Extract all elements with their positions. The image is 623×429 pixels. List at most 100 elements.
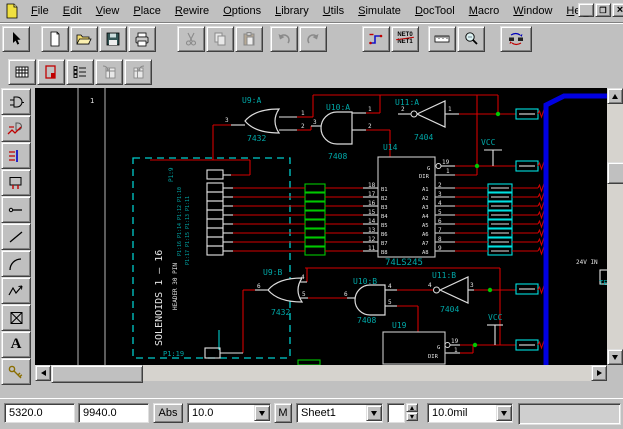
minimize-button[interactable]: _ — [578, 3, 594, 18]
sheet-view-button[interactable] — [37, 58, 65, 85]
header-label: HEADER 30 PIN — [172, 263, 179, 310]
scroll-down-button[interactable] — [607, 349, 623, 365]
zoom-tool-button[interactable] — [457, 25, 485, 52]
place-text-button[interactable]: A — [1, 331, 31, 358]
junction-dot — [487, 287, 493, 293]
draw-polyline-button[interactable] — [1, 277, 31, 304]
scroll-right-button[interactable] — [591, 365, 607, 381]
pin-number: 7 — [438, 227, 442, 234]
pin-number: 5 — [438, 209, 442, 216]
net-labels-button[interactable]: NET0 NET1 — [391, 25, 419, 52]
measure-tool-button[interactable] — [428, 25, 456, 52]
y-coordinate-field[interactable] — [78, 403, 149, 423]
junction-dot — [495, 111, 501, 117]
pin-number: 15 — [368, 209, 376, 216]
abs-mode-button[interactable]: Abs — [153, 403, 183, 423]
redo-arrow-icon — [307, 33, 319, 43]
menu-macro[interactable]: Macro — [462, 2, 507, 20]
report-table-arrow2-icon — [133, 65, 145, 78]
wire-tool-button[interactable] — [362, 25, 390, 52]
paste-button[interactable] — [235, 25, 263, 52]
sheet-dropdown[interactable]: Sheet1 — [296, 403, 383, 423]
connector-pin-box — [204, 347, 221, 359]
scroll-up-button[interactable] — [607, 88, 623, 104]
spin-down-button[interactable] — [406, 412, 418, 421]
report-export-button[interactable] — [95, 58, 123, 85]
list-view-button[interactable] — [66, 58, 94, 85]
menu-utils[interactable]: Utils — [316, 2, 351, 20]
report-import-button[interactable] — [124, 58, 152, 85]
val-u11b: 7404 — [440, 305, 459, 314]
connector-pin-box — [206, 182, 224, 193]
zoom-step-spinner[interactable] — [406, 403, 418, 421]
horizontal-scrollbar[interactable] — [35, 365, 607, 383]
menu-library[interactable]: Library — [268, 2, 316, 20]
scissors-icon — [185, 32, 197, 46]
swap-update-button[interactable] — [500, 25, 532, 52]
menu-doctool[interactable]: DocTool — [408, 2, 462, 20]
vertical-scrollbar[interactable] — [607, 88, 623, 365]
pin-name-dir: DIR — [419, 174, 430, 180]
pin-number: 2 — [368, 123, 372, 130]
spreadsheet-view-button[interactable] — [8, 58, 36, 85]
grid-size-dropdown[interactable]: 10.0 — [187, 403, 271, 423]
m-button[interactable]: M — [274, 403, 292, 423]
undo-button[interactable] — [270, 25, 298, 52]
pin-number: 19 — [442, 159, 450, 166]
menu-simulate[interactable]: Simulate — [351, 2, 408, 20]
schematic-canvas[interactable]: 18 B1 2 A1 P1:10 17 B2 3 A2 P1:11 16 B3 4 A3 P1:12 15 B4… — [35, 88, 611, 366]
menu-file[interactable]: File — [24, 2, 56, 20]
wire-to-part-button[interactable] — [1, 115, 31, 142]
sheet-symbol-button[interactable] — [1, 169, 31, 196]
key-icon — [8, 365, 23, 378]
probe-tool-button[interactable] — [1, 358, 31, 385]
bus-entries-icon — [9, 149, 18, 162]
x-coordinate-field[interactable] — [4, 403, 75, 423]
sheet-dropdown-arrow[interactable] — [366, 405, 382, 421]
scroll-left-button[interactable] — [35, 365, 51, 381]
pin-number: 4 — [438, 200, 442, 207]
app-document-icon[interactable] — [4, 3, 20, 19]
print-button[interactable] — [128, 25, 156, 52]
connector-pin-label: P1:14 — [177, 223, 183, 238]
units-dropdown-arrow[interactable] — [496, 405, 512, 421]
pin-name: A4 — [422, 214, 429, 220]
connector-pin-label: P1:17 — [185, 250, 191, 265]
place-pin-button[interactable] — [1, 196, 31, 223]
undo-arrow-icon — [278, 33, 290, 43]
pin-number: 5 — [302, 291, 306, 298]
menu-edit[interactable]: Edit — [56, 2, 89, 20]
net-box — [304, 246, 326, 256]
bus-tool-button[interactable] — [1, 142, 31, 169]
pin-label-p1-19: P1:19 — [163, 350, 184, 358]
menu-options[interactable]: Options — [216, 2, 268, 20]
redo-button[interactable] — [299, 25, 327, 52]
cut-button[interactable] — [177, 25, 205, 52]
close-button[interactable]: × — [612, 3, 623, 17]
grid-dropdown-arrow[interactable] — [254, 405, 270, 421]
menu-window[interactable]: Window — [506, 2, 559, 20]
copy-button[interactable] — [206, 25, 234, 52]
select-arrow-button[interactable] — [2, 25, 30, 52]
menu-place[interactable]: Place — [126, 2, 168, 20]
draw-line-button[interactable] — [1, 223, 31, 250]
horizontal-scroll-thumb[interactable] — [51, 365, 143, 383]
pin-number: 1 — [368, 106, 372, 113]
place-junction-button[interactable] — [1, 304, 31, 331]
polyline-icon — [8, 285, 23, 295]
restore-button[interactable]: ❐ — [595, 3, 611, 17]
zoom-step-field[interactable] — [387, 403, 405, 423]
open-document-button[interactable] — [70, 25, 98, 52]
pin-number: 4 — [301, 274, 305, 281]
place-part-button[interactable] — [1, 88, 31, 115]
units-dropdown[interactable]: 10.0mil — [427, 403, 513, 423]
save-button[interactable] — [99, 25, 127, 52]
pin-name: B5 — [381, 223, 388, 229]
draw-arc-button[interactable] — [1, 250, 31, 277]
menu-view[interactable]: View — [89, 2, 127, 20]
spin-up-button[interactable] — [406, 403, 418, 412]
units-value: 10.0mil — [432, 407, 468, 419]
vertical-scroll-thumb[interactable] — [607, 162, 623, 184]
menu-rewire[interactable]: Rewire — [168, 2, 216, 20]
new-document-button[interactable] — [41, 25, 69, 52]
